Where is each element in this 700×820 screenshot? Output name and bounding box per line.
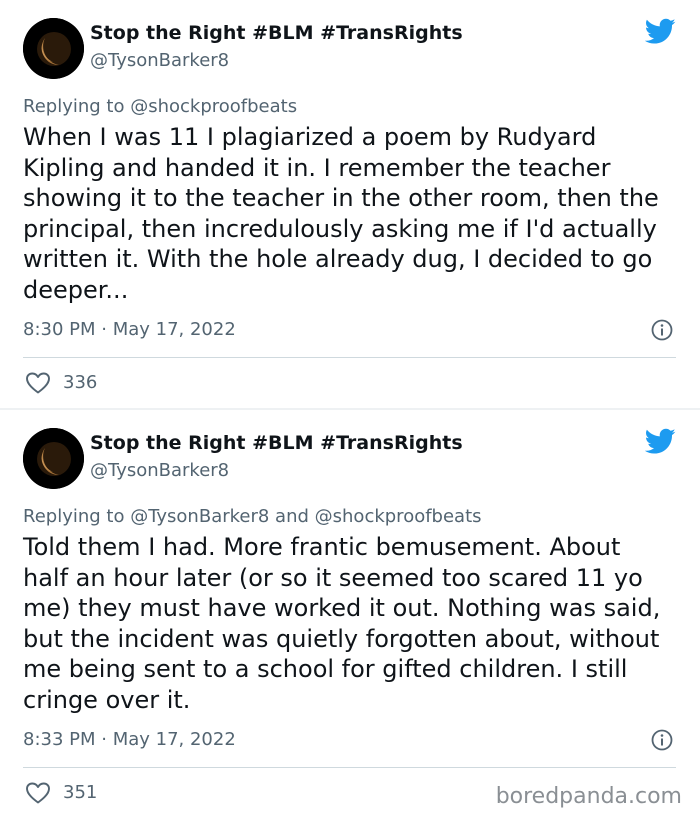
like-count: 351 — [63, 782, 98, 803]
user-handle[interactable]: @TysonBarker8 — [90, 460, 229, 481]
heart-icon[interactable] — [25, 371, 51, 395]
info-icon[interactable] — [651, 319, 673, 341]
timestamp[interactable]: 8:33 PM · May 17, 2022 — [23, 729, 236, 750]
display-name[interactable]: Stop the Right #BLM #TransRights — [90, 22, 463, 44]
tweet-text: Told them I had. More frantic bemusement… — [23, 533, 661, 714]
avatar[interactable] — [23, 18, 84, 79]
user-handle[interactable]: @TysonBarker8 — [90, 50, 229, 71]
info-icon[interactable] — [651, 729, 673, 751]
twitter-bird-icon[interactable] — [645, 18, 676, 45]
divider — [23, 767, 676, 768]
timestamp[interactable]: 8:30 PM · May 17, 2022 — [23, 319, 236, 340]
watermark: boredpanda.com — [495, 784, 682, 809]
display-name[interactable]: Stop the Right #BLM #TransRights — [90, 432, 463, 454]
heart-icon[interactable] — [25, 781, 51, 805]
tweet-card: Stop the Right #BLM #TransRights @TysonB… — [0, 0, 700, 408]
tweet-card: Stop the Right #BLM #TransRights @TysonB… — [0, 410, 700, 820]
replying-to[interactable]: Replying to @shockproofbeats — [23, 96, 297, 117]
tweet-text: When I was 11 I plagiarized a poem by Ru… — [23, 123, 659, 304]
replying-to[interactable]: Replying to @TysonBarker8 and @shockproo… — [23, 506, 482, 527]
avatar[interactable] — [23, 428, 84, 489]
twitter-bird-icon[interactable] — [645, 428, 676, 455]
divider — [23, 357, 676, 358]
like-count: 336 — [63, 372, 98, 393]
